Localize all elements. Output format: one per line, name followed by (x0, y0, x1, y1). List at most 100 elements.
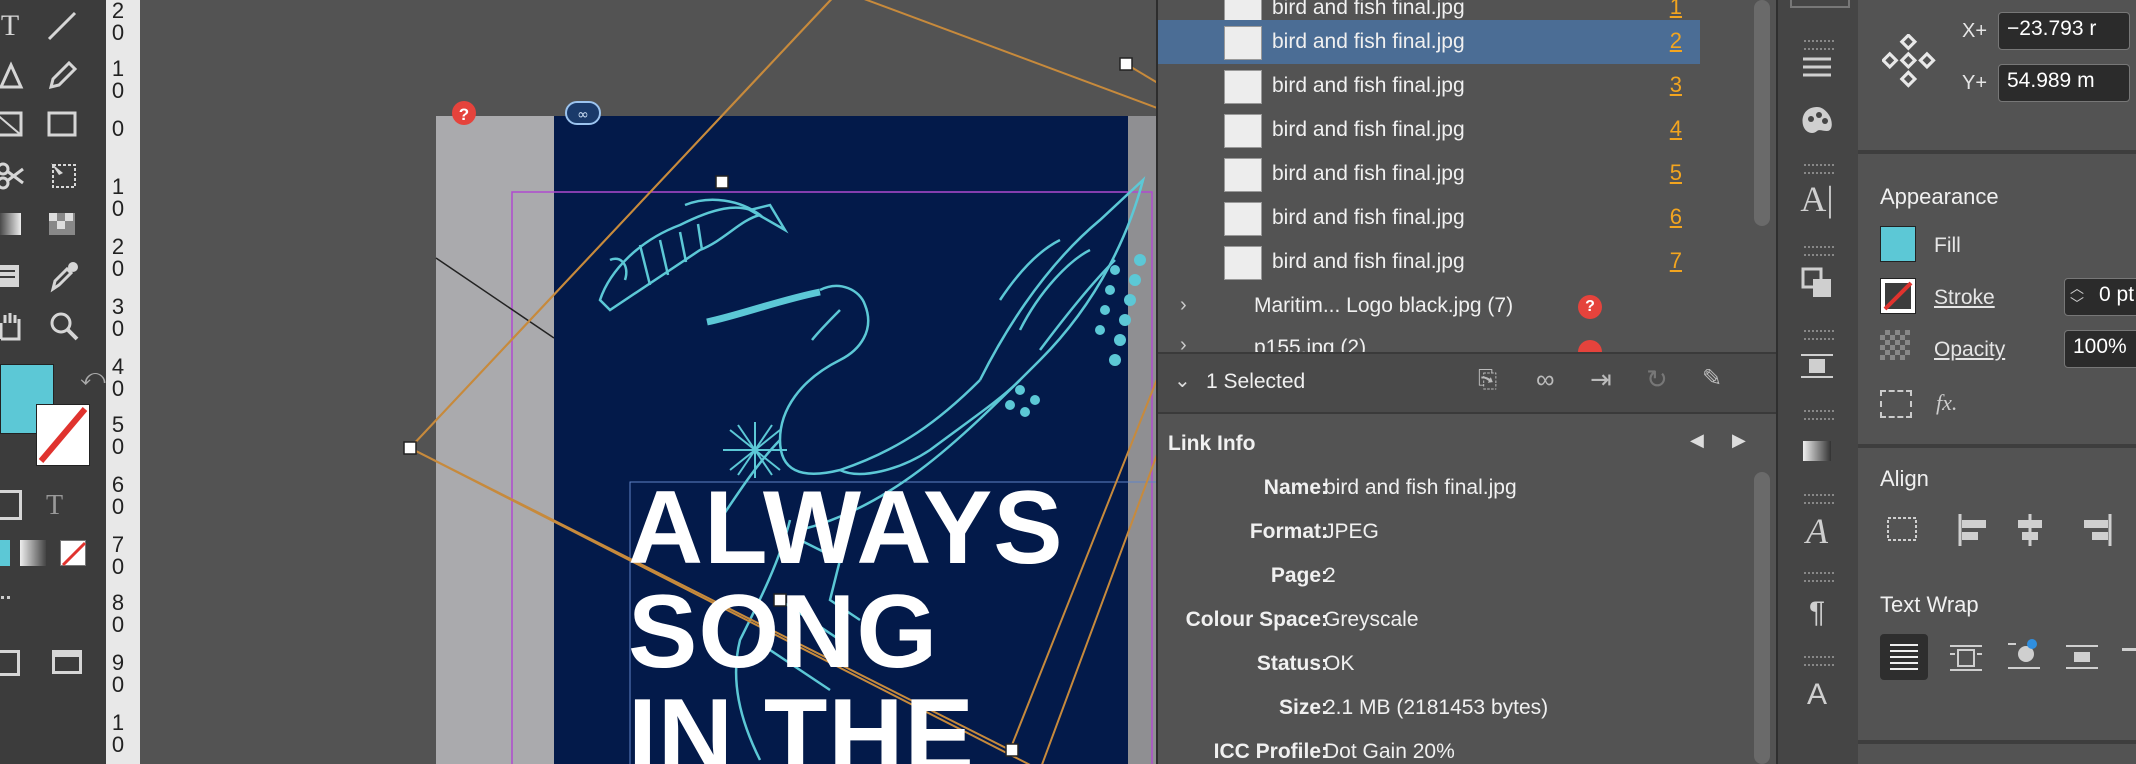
reference-point-icon[interactable] (1880, 32, 1944, 101)
pathfinder-icon[interactable] (1796, 262, 1838, 304)
stroke-swatch[interactable] (36, 404, 90, 466)
previous-link-icon[interactable]: ◀ (1690, 430, 1704, 451)
link-group-row[interactable]: › p155.jpg (2) (1158, 330, 1700, 352)
ruler-label: 40 (111, 354, 125, 401)
zoom-tool-icon[interactable] (44, 306, 84, 346)
align-right-icon[interactable] (2076, 510, 2116, 555)
fill-label[interactable]: Fill (1934, 234, 1961, 258)
link-page-number[interactable]: 6 (1670, 204, 1682, 230)
jump-to-next-column-icon[interactable] (2122, 648, 2136, 651)
formatting-container-icon[interactable] (0, 490, 22, 520)
x-position-field[interactable]: −23.793 r (1998, 12, 2130, 50)
jump-object-icon[interactable] (2062, 638, 2102, 683)
link-page-number[interactable]: 1 (1670, 0, 1682, 20)
link-row[interactable]: bird and fish final.jpg 6 (1158, 196, 1700, 240)
stroke-label[interactable]: Stroke (1934, 286, 1995, 310)
info-value: OK (1324, 652, 1355, 675)
apply-gradient-icon[interactable] (20, 540, 46, 566)
relink-icon[interactable]: ∞ (1536, 364, 1570, 394)
free-transform-tool-icon[interactable] (44, 156, 84, 196)
swap-fill-stroke-icon[interactable]: ⤺ (80, 364, 106, 391)
eyedropper-tool-icon[interactable] (44, 256, 84, 296)
text-wrap-panel-icon[interactable] (1796, 346, 1838, 388)
scissors-tool-icon[interactable] (0, 156, 30, 196)
apply-none-icon[interactable] (60, 540, 87, 567)
stroke-color-swatch[interactable] (1880, 278, 1916, 314)
pages-menu-icon[interactable] (1796, 46, 1838, 88)
link-thumbnail (1224, 70, 1262, 104)
wrap-bounding-box-icon[interactable] (1946, 638, 1986, 683)
poster-headline[interactable]: ALWAYS SONG IN THE (628, 476, 1064, 764)
go-to-link-icon[interactable]: ⇥ (1590, 364, 1624, 394)
glyphs-icon[interactable]: A (1796, 510, 1838, 552)
links-toolbar: ⌄ 1 Selected ⎘ ∞ ⇥ ↻ ✎ (1158, 352, 1778, 412)
links-scrollbar[interactable] (1754, 0, 1770, 226)
hand-tool-icon[interactable] (0, 306, 30, 346)
pen-tool-icon[interactable] (0, 56, 32, 96)
link-info-list: Name: bird and fish final.jpg Format: JP… (1158, 470, 1748, 764)
missing-link-icon (1578, 340, 1602, 352)
no-text-wrap-button[interactable] (1880, 634, 1928, 680)
link-page-number[interactable]: 3 (1670, 72, 1682, 98)
text-wrap-heading: Text Wrap (1880, 592, 1979, 617)
object-styles-icon[interactable]: A (1796, 674, 1838, 716)
align-center-icon[interactable] (2010, 510, 2050, 555)
swatches-palette-icon[interactable] (1796, 100, 1838, 142)
link-row-selected[interactable]: bird and fish final.jpg 2 (1158, 20, 1700, 64)
ruler-label: 20 (111, 0, 125, 45)
stroke-stepper-icon[interactable]: ︿ ﹀ (2070, 280, 2084, 312)
chevron-right-icon[interactable]: › (1180, 334, 1187, 352)
wrap-object-shape-icon[interactable] (2004, 636, 2044, 681)
grip-icon (1804, 246, 1834, 256)
gradient-feather-tool-icon[interactable] (42, 204, 82, 244)
type-tool-icon[interactable]: T (0, 6, 30, 46)
link-group-row[interactable]: › Maritim... Logo black.jpg (7) ? (1158, 286, 1700, 328)
next-link-icon[interactable]: ▶ (1732, 430, 1746, 451)
document-canvas[interactable]: ? ∞ ALWAYS SONG IN THE (140, 0, 1156, 764)
ruler-label: 90 (111, 650, 125, 697)
chevron-right-icon[interactable]: › (1180, 294, 1187, 317)
link-row[interactable]: bird and fish final.jpg 3 (1158, 64, 1700, 108)
rectangle-frame-tool-icon[interactable] (0, 104, 28, 144)
opacity-label[interactable]: Opacity (1934, 338, 2005, 362)
effects-icon[interactable]: fx. (1936, 390, 1957, 416)
edit-original-icon[interactable]: ✎ (1702, 364, 1736, 394)
link-page-number[interactable]: 2 (1670, 28, 1682, 54)
section-divider (1858, 444, 2136, 448)
grip-icon (1804, 494, 1834, 504)
chevron-down-icon[interactable]: ⌄ (1174, 368, 1191, 393)
link-row[interactable]: bird and fish final.jpg 5 (1158, 152, 1700, 196)
stroke-weight-value: 0 pt (2099, 283, 2135, 306)
update-link-icon[interactable]: ↻ (1646, 364, 1680, 394)
link-row[interactable]: bird and fish final.jpg 4 (1158, 108, 1700, 152)
link-page-number[interactable]: 7 (1670, 248, 1682, 274)
relink-cc-icon[interactable]: ⎘ (1478, 366, 1512, 396)
line-tool-icon[interactable] (42, 6, 82, 46)
fill-color-swatch[interactable] (1880, 226, 1916, 262)
preview-mode-icon[interactable] (52, 650, 82, 674)
y-position-field[interactable]: 54.989 m (1998, 64, 2130, 102)
pencil-tool-icon[interactable] (42, 56, 82, 96)
align-to-selection-icon[interactable] (1884, 510, 1924, 555)
gradient-panel-icon[interactable] (1796, 430, 1838, 472)
width-label-cutoff (2126, 20, 2136, 100)
vertical-ruler: 20 10 0 10 20 30 40 50 60 70 80 90 10 (106, 0, 141, 764)
character-styles-icon[interactable]: A| (1796, 178, 1838, 220)
links-panel: bird and fish final.jpg 1 bird and fish … (1156, 0, 1778, 764)
align-left-icon[interactable] (1954, 510, 1994, 555)
link-page-number[interactable]: 4 (1670, 116, 1682, 142)
formatting-text-icon[interactable]: T (46, 490, 76, 521)
rectangle-tool-icon[interactable] (42, 104, 82, 144)
corner-options-icon[interactable] (1880, 390, 1912, 418)
link-thumbnail (1224, 202, 1262, 236)
apply-color-icon[interactable] (0, 540, 10, 566)
paragraph-styles-icon[interactable]: ¶ (1796, 592, 1838, 634)
screen-mode-icon[interactable] (0, 650, 20, 676)
opacity-field[interactable]: 100% (2064, 330, 2136, 368)
note-tool-icon[interactable] (0, 256, 28, 296)
link-page-number[interactable]: 5 (1670, 160, 1682, 186)
ruler-label: 10 (111, 710, 125, 757)
link-row[interactable]: bird and fish final.jpg 7 (1158, 240, 1700, 284)
gradient-swatch-tool-icon[interactable] (0, 204, 28, 244)
link-info-scrollbar[interactable] (1754, 472, 1770, 764)
